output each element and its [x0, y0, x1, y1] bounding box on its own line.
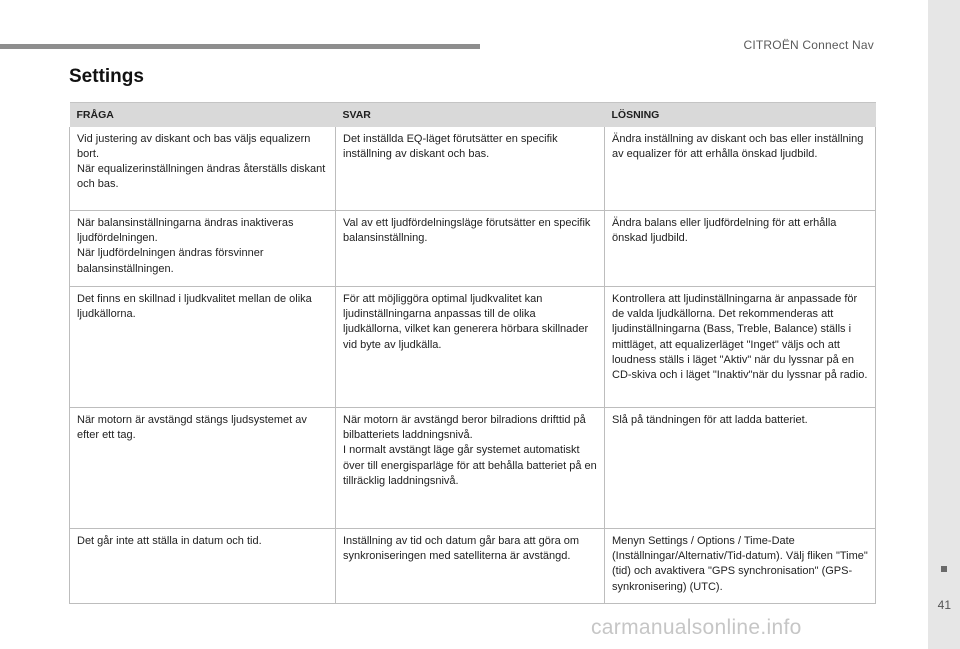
header-bar — [0, 44, 480, 49]
question-cell: Det finns en skillnad i ljudkvalitet mel… — [69, 286, 336, 408]
column-header-answer: SVAR — [335, 102, 605, 127]
page-title: Settings — [69, 66, 144, 87]
table-header-row: FRÅGA SVAR LÖSNING — [69, 102, 876, 127]
solution-cell: Slå på tändningen för att ladda batterie… — [604, 407, 876, 529]
answer-cell: Val av ett ljudfördelningsläge förutsätt… — [335, 210, 605, 287]
table-row: Vid justering av diskant och bas väljs e… — [69, 126, 876, 211]
question-cell: Vid justering av diskant och bas väljs e… — [69, 126, 336, 211]
watermark: carmanualsonline.info — [591, 616, 802, 639]
faq-table: FRÅGA SVAR LÖSNING Vid justering av disk… — [69, 102, 876, 604]
solution-cell: Menyn Settings / Options / Time-Date (In… — [604, 528, 876, 604]
side-strip — [928, 0, 960, 649]
table-row: Det går inte att ställa in datum och tid… — [69, 528, 876, 604]
page-marker-icon — [941, 566, 947, 572]
question-cell: Det går inte att ställa in datum och tid… — [69, 528, 336, 604]
answer-cell: Det inställda EQ-läget förutsätter en sp… — [335, 126, 605, 211]
column-header-solution: LÖSNING — [604, 102, 876, 127]
answer-cell: För att möjliggöra optimal ljudkvalitet … — [335, 286, 605, 408]
question-cell: När balansinställningarna ändras inaktiv… — [69, 210, 336, 287]
solution-cell: Kontrollera att ljudinställningarna är a… — [604, 286, 876, 408]
solution-cell: Ändra inställning av diskant och bas ell… — [604, 126, 876, 211]
header-brand: CITROËN Connect Nav — [743, 38, 874, 52]
answer-cell: När motorn är avstängd beror bilradions … — [335, 407, 605, 529]
table-row: När motorn är avstängd stängs ljudsystem… — [69, 407, 876, 529]
table-row: Det finns en skillnad i ljudkvalitet mel… — [69, 286, 876, 408]
question-cell: När motorn är avstängd stängs ljudsystem… — [69, 407, 336, 529]
column-header-question: FRÅGA — [69, 102, 336, 127]
table-row: När balansinställningarna ändras inaktiv… — [69, 210, 876, 287]
page-number: 41 — [937, 598, 951, 612]
solution-cell: Ändra balans eller ljudfördelning för at… — [604, 210, 876, 287]
answer-cell: Inställning av tid och datum går bara at… — [335, 528, 605, 604]
